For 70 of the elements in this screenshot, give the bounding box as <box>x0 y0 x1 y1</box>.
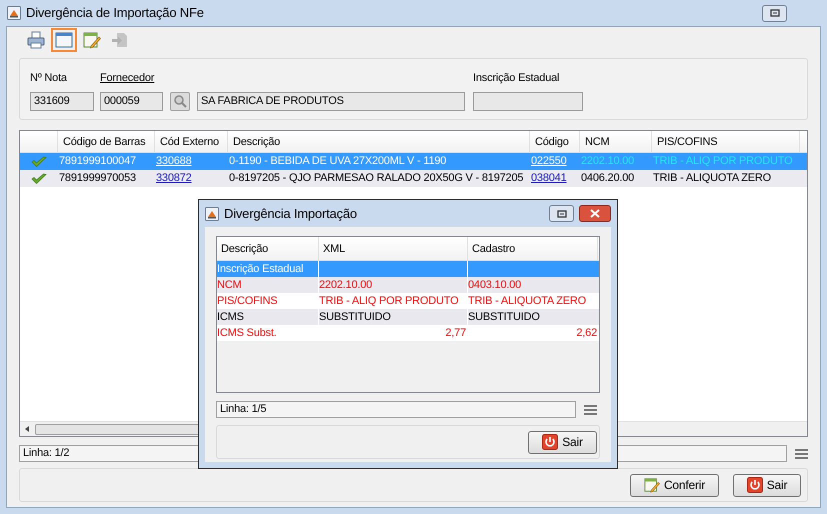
restore-button[interactable] <box>549 205 574 222</box>
note-label: Nº Nota <box>30 71 68 86</box>
restore-icon <box>770 9 780 17</box>
table-cell: TRIB - ALIQ POR PRODUTO <box>653 155 792 167</box>
column-header[interactable]: Descrição <box>217 237 319 260</box>
notepad-pencil-icon <box>83 31 101 49</box>
close-button[interactable] <box>579 205 611 222</box>
toolbar-button[interactable] <box>51 28 77 52</box>
table-cell: 7891999100047 <box>59 155 136 167</box>
column-header[interactable]: Descrição <box>228 131 530 152</box>
restore-button[interactable] <box>762 4 787 22</box>
restore-icon <box>556 210 566 218</box>
notepad-pencil-icon <box>644 477 660 493</box>
state-registration-field[interactable] <box>473 92 583 110</box>
menu-icon[interactable] <box>795 448 808 460</box>
table-cell: Inscrição Estadual <box>217 263 304 275</box>
table-cell: TRIB - ALIQUOTA ZERO <box>468 295 586 307</box>
window-title: Divergência de Importação NFe <box>26 4 205 22</box>
table-cell: ICMS <box>217 311 244 323</box>
table-cell: TRIB - ALIQ POR PRODUTO <box>319 295 458 307</box>
column-header[interactable]: Código de Barras <box>58 131 155 152</box>
dialog-title: Divergência Importação <box>224 204 358 223</box>
status-field: Linha: 1/5 <box>216 401 576 418</box>
exit-button[interactable]: Sair <box>733 474 801 496</box>
table-cell: 2202.10.00 <box>581 155 634 167</box>
table-cell: 0-8197205 - QJO PARMESAO RALADO 20X50G V - 8197205 <box>229 172 524 184</box>
power-icon <box>542 434 558 450</box>
table-cell: 2202.10.00 <box>319 279 372 291</box>
table-cell: TRIB - ALIQUOTA ZERO <box>653 172 772 184</box>
column-header[interactable]: Código <box>530 131 580 152</box>
table-cell: 0406.20.00 <box>581 172 634 184</box>
search-button[interactable] <box>170 92 190 110</box>
app-icon <box>7 6 21 20</box>
note-field[interactable]: 331609 <box>30 92 94 110</box>
table-row[interactable]: ICMS SUBSTITUIDO SUBSTITUIDO <box>217 309 599 325</box>
column-header[interactable]: XML <box>319 237 468 260</box>
conferir-button[interactable]: Conferir <box>630 474 719 496</box>
state-registration-label: Inscrição Estadual <box>473 71 560 86</box>
table-row[interactable]: PIS/COFINS TRIB - ALIQ POR PRODUTO TRIB - ALIQUOTA ZERO <box>217 293 599 309</box>
table-row[interactable]: NCM 2202.10.00 0403.10.00 <box>217 277 599 293</box>
table-cell: PIS/COFINS <box>217 295 278 307</box>
table-row[interactable]: ICMS Subst. 2,77 2,62 <box>217 325 599 341</box>
exit-arrow-icon <box>111 31 129 49</box>
column-header[interactable]: PIS/COFINS <box>652 131 800 152</box>
exit-button[interactable]: Sair <box>528 430 597 454</box>
column-header[interactable]: NCM <box>580 131 652 152</box>
power-icon <box>746 477 763 493</box>
table-cell: ICMS Subst. <box>217 327 277 339</box>
table-cell: SUBSTITUIDO <box>319 311 391 323</box>
window-icon <box>55 31 73 49</box>
supplier-code-field[interactable]: 000059 <box>100 92 163 110</box>
printer-icon <box>27 31 45 49</box>
menu-icon[interactable] <box>584 404 597 416</box>
table-cell: NCM <box>217 279 242 291</box>
column-header[interactable]: Cód Externo <box>155 131 228 152</box>
table-cell: 0-1190 - BEBIDA DE UVA 27X200ML V - 1190 <box>229 155 446 167</box>
table-cell: 7891999970053 <box>59 172 136 184</box>
supplier-link[interactable]: Fornecedor <box>100 70 154 86</box>
table-cell: 2,77 <box>445 327 466 339</box>
column-header[interactable]: Cadastro <box>468 237 598 260</box>
code-link[interactable]: 330872 <box>156 172 192 184</box>
table-cell: 2,62 <box>576 327 597 339</box>
table-row[interactable]: 7891999970053 330872 0-8197205 - QJO PARMESAO RALADO 20X50G V - 8197205 038041 0406.20.00 TRIB - ALIQUOTA ZERO <box>20 170 807 187</box>
supplier-name-field[interactable]: SA FABRICA DE PRODUTOS <box>197 92 465 110</box>
close-icon <box>590 209 600 218</box>
table-cell: SUBSTITUIDO <box>468 311 540 323</box>
table-cell: 0403.10.00 <box>468 279 522 291</box>
code-link[interactable]: 038041 <box>531 172 567 184</box>
search-icon <box>173 94 187 108</box>
app-icon <box>205 206 219 220</box>
